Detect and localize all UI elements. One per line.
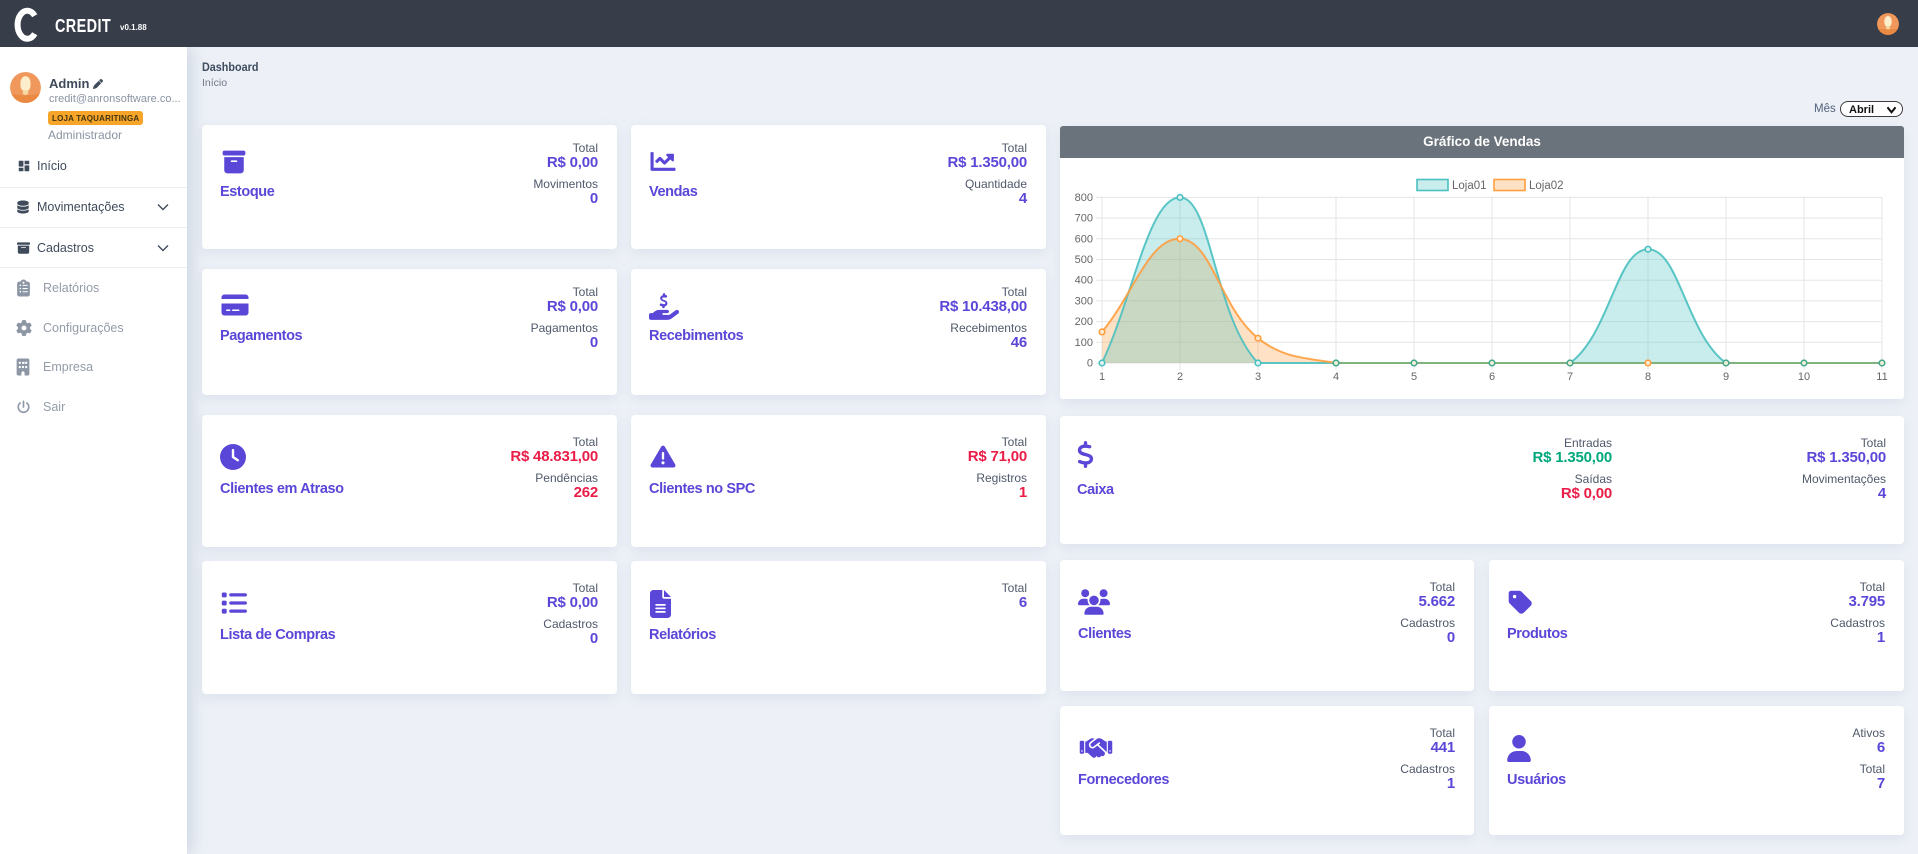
svg-text:Loja02: Loja02 [1529, 180, 1564, 192]
svg-text:11: 11 [1876, 371, 1887, 383]
svg-text:10: 10 [1798, 371, 1810, 383]
svg-text:600: 600 [1075, 233, 1093, 245]
svg-text:700: 700 [1075, 213, 1093, 225]
svg-text:4: 4 [1333, 371, 1339, 383]
svg-text:500: 500 [1075, 254, 1093, 266]
svg-text:0: 0 [1087, 358, 1093, 370]
svg-text:5: 5 [1411, 371, 1417, 383]
svg-text:300: 300 [1075, 295, 1093, 307]
svg-text:3: 3 [1255, 371, 1261, 383]
svg-text:100: 100 [1075, 337, 1093, 349]
svg-text:7: 7 [1567, 371, 1573, 383]
svg-text:6: 6 [1489, 371, 1495, 383]
svg-text:800: 800 [1075, 192, 1093, 204]
svg-text:2: 2 [1177, 371, 1183, 383]
svg-text:9: 9 [1723, 371, 1729, 383]
svg-text:Loja01: Loja01 [1452, 180, 1487, 192]
svg-text:8: 8 [1645, 371, 1651, 383]
svg-text:400: 400 [1075, 275, 1093, 287]
svg-text:1: 1 [1099, 371, 1105, 383]
svg-text:200: 200 [1075, 316, 1093, 328]
